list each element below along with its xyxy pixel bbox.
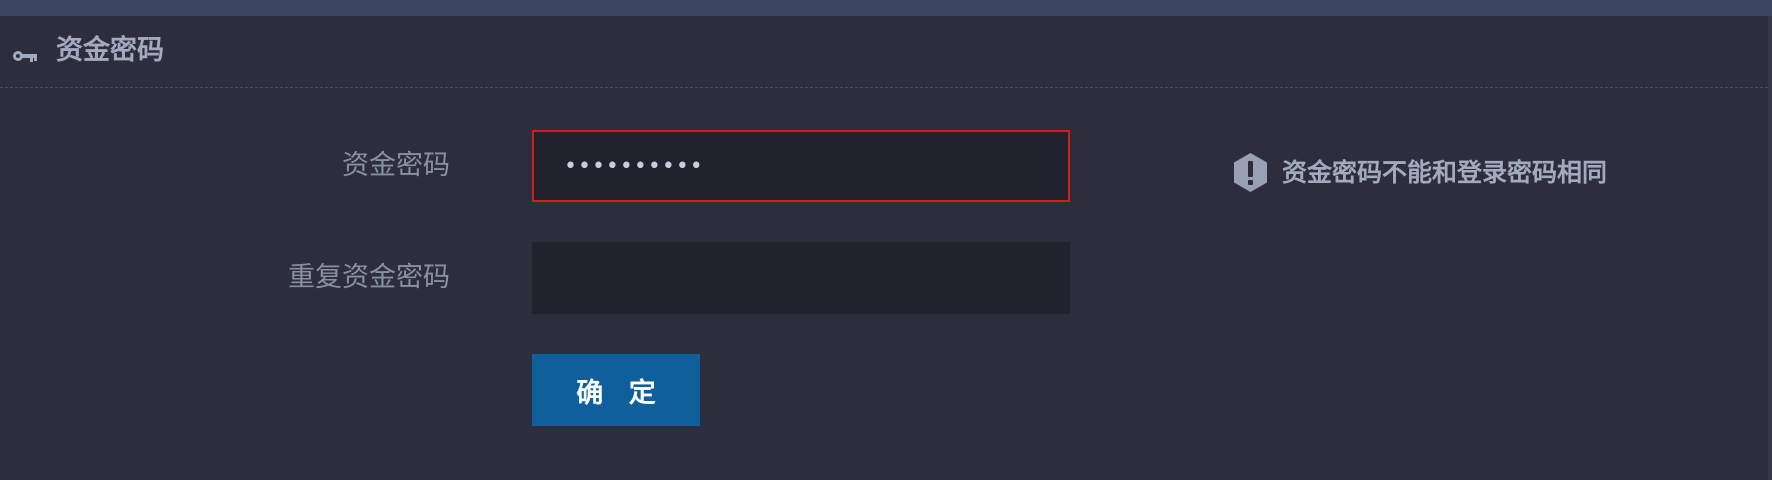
key-icon — [13, 51, 37, 62]
fund-password-page: 资金密码 资金密码 重复资金密码 确 定 资金密码不能和登录密码相同 — [0, 0, 1772, 480]
panel-header: 资金密码 — [0, 16, 1768, 88]
right-scrollbar-edge — [1768, 16, 1772, 480]
confirm-button[interactable]: 确 定 — [532, 354, 700, 426]
fund-password-label: 资金密码 — [342, 150, 450, 181]
top-strip — [0, 0, 1772, 16]
repeat-fund-password-label: 重复资金密码 — [288, 262, 450, 293]
panel-title: 资金密码 — [56, 35, 164, 66]
repeat-fund-password-input[interactable] — [532, 242, 1070, 314]
password-hint-text: 资金密码不能和登录密码相同 — [1282, 158, 1608, 187]
exclamation-icon — [1234, 153, 1267, 192]
fund-password-input[interactable] — [532, 130, 1070, 202]
